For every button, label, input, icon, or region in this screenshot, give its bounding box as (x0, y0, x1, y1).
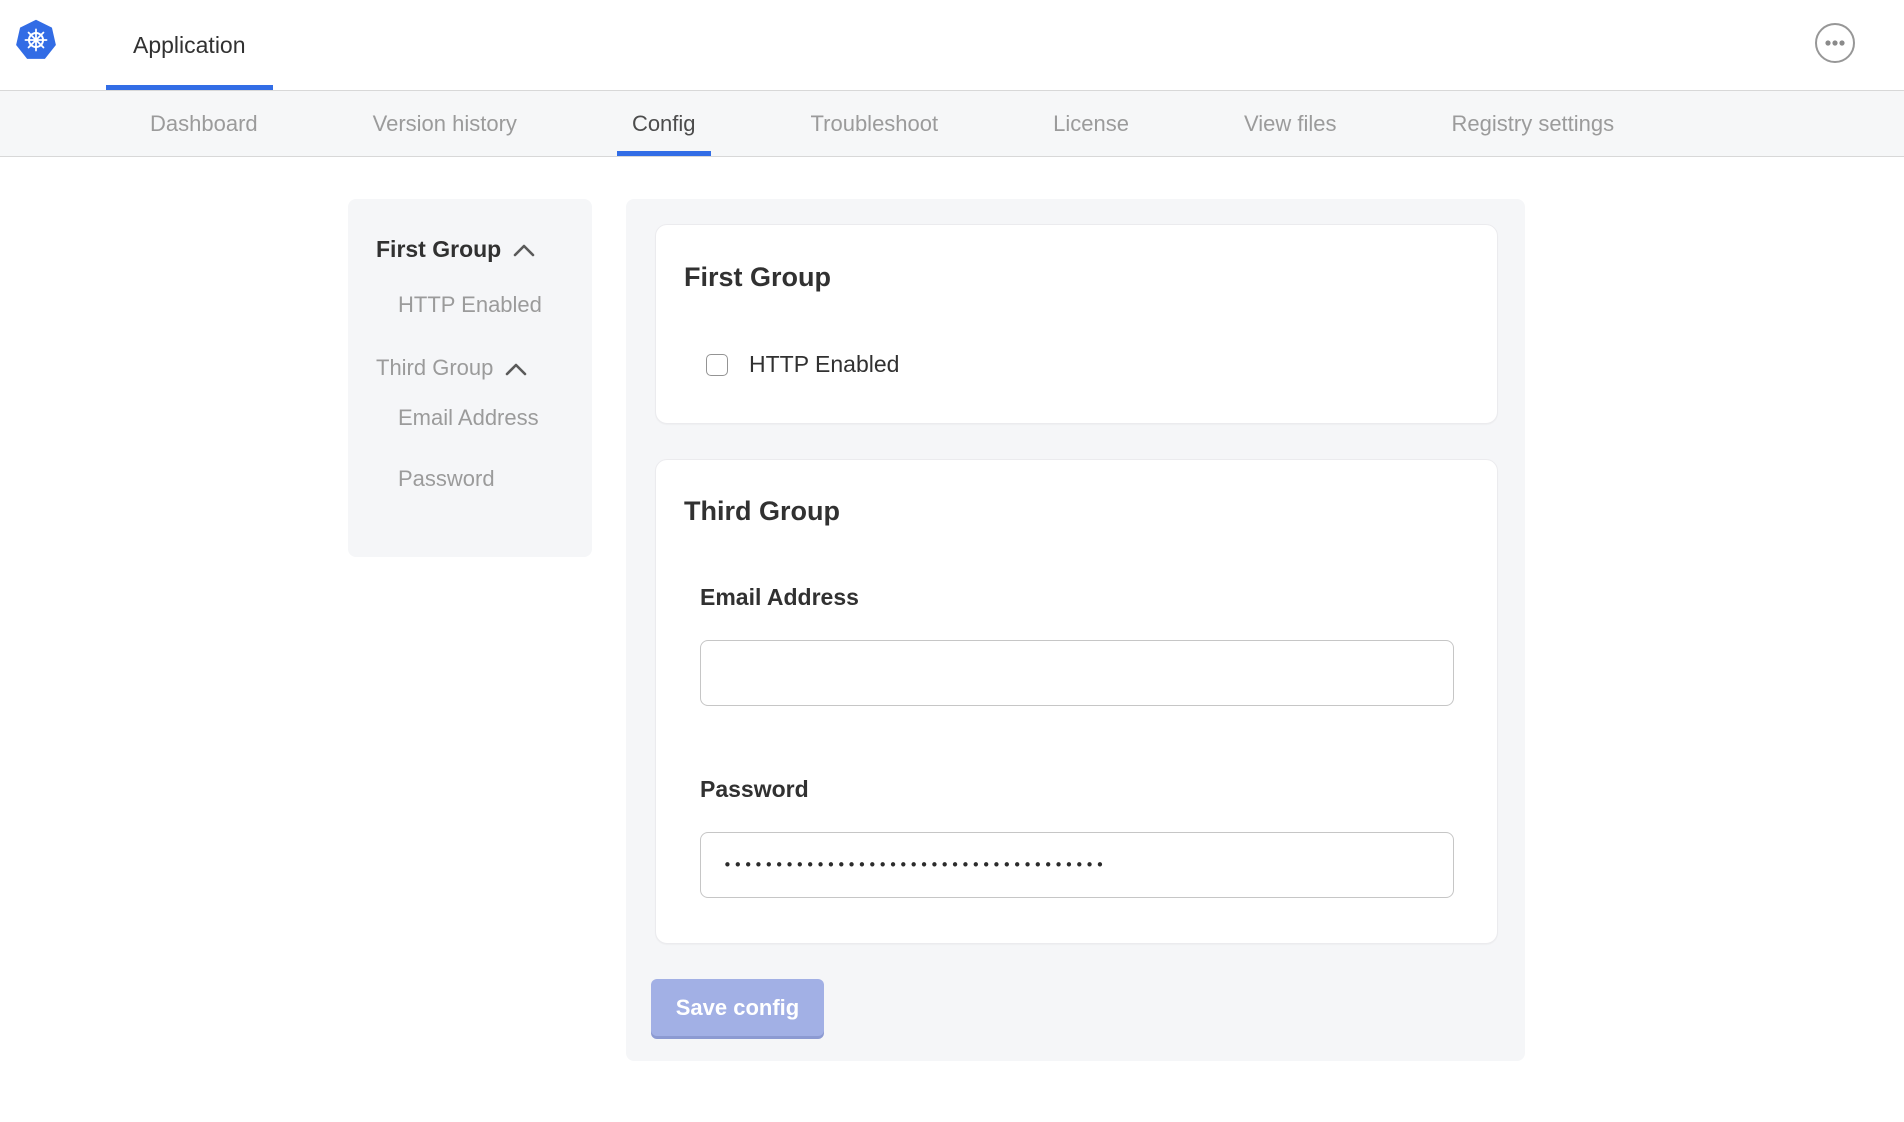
tab-registry-settings[interactable]: Registry settings (1437, 91, 1630, 156)
sidebar-item-label: Third Group (376, 354, 493, 382)
password-input[interactable] (700, 832, 1454, 898)
tab-version-history[interactable]: Version history (358, 91, 532, 156)
group-title: Third Group (684, 496, 1497, 527)
top-header: Application (0, 0, 1904, 91)
kubernetes-logo (14, 18, 58, 62)
tab-config[interactable]: Config (617, 91, 711, 156)
sidebar-item-label: Email Address (398, 404, 539, 432)
password-label: Password (700, 776, 1497, 802)
config-nav-sidebar: First Group HTTP Enabled Third Group Ema… (348, 199, 592, 557)
config-form-panel: First Group HTTP Enabled Third Group Ema… (626, 199, 1525, 1061)
sidebar-item-email-address[interactable]: Email Address (398, 404, 592, 432)
overflow-menu-button[interactable] (1815, 23, 1855, 63)
save-config-button[interactable]: Save config (651, 979, 824, 1036)
http-enabled-label[interactable]: HTTP Enabled (749, 351, 899, 378)
sidebar-item-third-group[interactable]: Third Group (376, 354, 592, 382)
sidebar-item-label: First Group (376, 235, 501, 263)
chevron-up-icon (512, 243, 536, 258)
email-address-input[interactable] (700, 640, 1454, 706)
ellipsis-icon (1822, 30, 1848, 56)
app-subnav: Dashboard Version history Config Trouble… (0, 91, 1904, 157)
tab-troubleshoot[interactable]: Troubleshoot (796, 91, 954, 156)
config-group-third: Third Group Email Address Password (655, 459, 1498, 944)
http-enabled-field: HTTP Enabled (706, 351, 1497, 378)
http-enabled-checkbox[interactable] (706, 354, 728, 376)
sidebar-item-first-group[interactable]: First Group (376, 235, 592, 263)
sidebar-item-password[interactable]: Password (398, 465, 592, 493)
chevron-up-icon (504, 362, 528, 377)
config-page: First Group HTTP Enabled Third Group Ema… (0, 157, 1904, 1120)
config-group-first: First Group HTTP Enabled (655, 224, 1498, 424)
email-address-label: Email Address (700, 584, 1497, 610)
sidebar-item-http-enabled[interactable]: HTTP Enabled (398, 291, 592, 319)
group-title: First Group (684, 262, 1497, 293)
sidebar-item-label: HTTP Enabled (398, 291, 542, 319)
sidebar-item-label: Password (398, 465, 495, 493)
tab-view-files[interactable]: View files (1229, 91, 1352, 156)
tab-dashboard[interactable]: Dashboard (135, 91, 273, 156)
tab-license[interactable]: License (1038, 91, 1144, 156)
kubernetes-helm-wheel (25, 29, 46, 50)
app-tab-application[interactable]: Application (106, 0, 273, 90)
